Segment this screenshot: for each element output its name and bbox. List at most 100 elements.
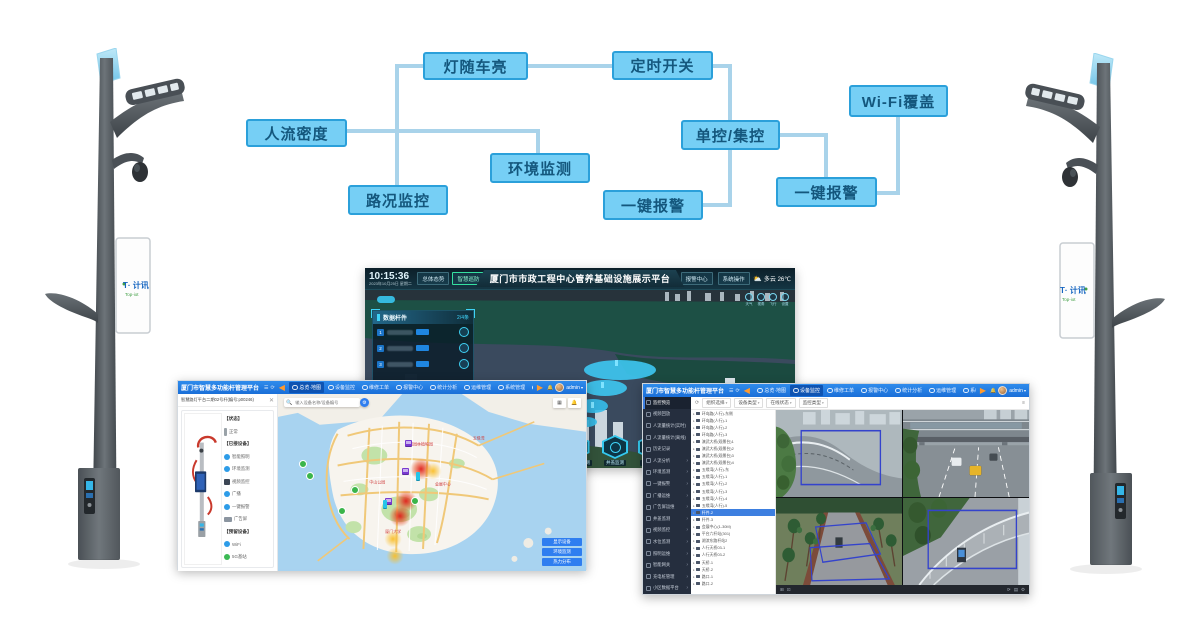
nav-tab[interactable]: 总览·地图 bbox=[754, 385, 789, 396]
sidebar-item[interactable]: 广告屏运维 bbox=[643, 501, 691, 513]
map-marker-person[interactable] bbox=[306, 472, 314, 480]
nav-scroll-left-icon[interactable]: ◀ bbox=[279, 384, 285, 392]
camera-item[interactable]: 天桥-2 bbox=[691, 566, 775, 573]
camera-item[interactable]: 五缘湾(人行)-东 bbox=[691, 467, 775, 474]
refresh-icon[interactable]: ⟳ bbox=[1007, 587, 1011, 593]
locate-icon[interactable] bbox=[459, 359, 469, 369]
refresh-icon[interactable]: ⟳ bbox=[695, 400, 699, 406]
avatar[interactable] bbox=[998, 386, 1007, 395]
sidebar-item[interactable]: 视频回放 bbox=[643, 409, 691, 421]
camera-item[interactable]: 杆件-2 bbox=[691, 509, 775, 516]
locate-icon[interactable] bbox=[459, 343, 469, 353]
sidebar-item[interactable]: 人流量统计(离线) bbox=[643, 432, 691, 444]
search-input[interactable] bbox=[293, 399, 358, 406]
sidebar-item[interactable]: 监控预览 bbox=[643, 397, 691, 409]
filter-dropdown[interactable]: 组织选择 bbox=[702, 398, 731, 408]
map-marker-person[interactable] bbox=[351, 486, 359, 494]
map-marker-person[interactable] bbox=[411, 497, 419, 505]
scene-tool-button[interactable]: 天气 bbox=[745, 293, 753, 307]
video-feed-overpass-road[interactable] bbox=[903, 410, 1029, 497]
camera-item[interactable]: 湖滨东路杆站2 bbox=[691, 538, 775, 545]
camera-item[interactable]: 会展中心(1-30M) bbox=[691, 524, 775, 531]
camera-item[interactable]: 五缘湾(人行)-1 bbox=[691, 474, 775, 481]
user-name[interactable]: admin bbox=[1009, 388, 1026, 394]
filter-dropdown[interactable]: 设备类型 bbox=[734, 398, 763, 408]
camera-item[interactable]: 路口-1 bbox=[691, 573, 775, 580]
refresh-icon[interactable]: ⟳ bbox=[736, 388, 740, 394]
camera-item[interactable]: 平台六杆站(301) bbox=[691, 531, 775, 538]
nav-tab[interactable]: 统计分析 bbox=[427, 382, 460, 393]
city-map[interactable]: 厦门园林植物园会展中心 中山公园厦门大学五缘湾 bbox=[278, 394, 586, 571]
camera-item[interactable]: 环岛路(人行)-1 bbox=[691, 417, 775, 424]
sidebar-item[interactable]: 照明运维 bbox=[643, 548, 691, 560]
layer-grid-button[interactable]: ▦ bbox=[553, 398, 566, 408]
nav-tab[interactable]: 运维管理 bbox=[461, 382, 494, 393]
camera-item[interactable]: 环岛路(人行)-东侧 bbox=[691, 410, 775, 417]
nav-scroll-right-icon[interactable]: ▶ bbox=[980, 387, 986, 395]
sidebar-item[interactable]: 小区数据平台 bbox=[643, 583, 691, 595]
filter-dropdown[interactable]: 在线状态 bbox=[766, 398, 795, 408]
locate-icon[interactable] bbox=[459, 327, 469, 337]
alarm-center-button[interactable]: 报警中心 bbox=[681, 272, 713, 285]
camera-item[interactable]: 演武大桥(观景台)3 bbox=[691, 453, 775, 460]
bell-icon[interactable]: 🔔 bbox=[547, 385, 553, 391]
nav-tab[interactable]: 报警中心 bbox=[858, 385, 891, 396]
camera-item[interactable]: 演武大桥(观景台)2 bbox=[691, 445, 775, 452]
camera-item[interactable]: 五缘湾(人行)-2 bbox=[691, 481, 775, 488]
camera-item[interactable]: 杆件-3 bbox=[691, 516, 775, 523]
bell-icon[interactable]: 🔔 bbox=[990, 388, 996, 394]
layer-toggle-pill[interactable] bbox=[377, 296, 395, 303]
nav-tab[interactable]: 设备监控 bbox=[790, 385, 823, 396]
nav-tab[interactable]: 维修工单 bbox=[359, 382, 392, 393]
sidebar-item[interactable]: 水位监测 bbox=[643, 536, 691, 548]
camera-item[interactable]: 五缘湾(人行)-3 bbox=[691, 488, 775, 495]
camera-item[interactable]: 演武大桥(观景台)1 bbox=[691, 438, 775, 445]
sidebar-item[interactable]: 广播运维 bbox=[643, 490, 691, 502]
sidebar-item[interactable]: 历史记录 bbox=[643, 443, 691, 455]
camera-item[interactable]: 人行天桥03-2 bbox=[691, 552, 775, 559]
panel-row[interactable]: 3 bbox=[373, 356, 473, 372]
map-marker-monitor[interactable] bbox=[405, 440, 412, 446]
alarm-list-button[interactable]: 🔔 bbox=[568, 398, 581, 408]
nav-tab[interactable]: 系统管理 bbox=[495, 382, 528, 393]
scene-tool-button[interactable]: 飞行 bbox=[769, 293, 777, 307]
camera-item[interactable]: 五缘湾(人行)-4 bbox=[691, 495, 775, 502]
camera-item[interactable]: 五缘湾(人行)-5 bbox=[691, 502, 775, 509]
system-ops-button[interactable]: 系统操作 bbox=[718, 272, 750, 285]
nav-scroll-right-icon[interactable]: ▶ bbox=[537, 384, 543, 392]
map-layer-button[interactable]: 环境监测 bbox=[542, 548, 582, 556]
single-layout-icon[interactable]: ⊡ bbox=[787, 587, 791, 593]
close-icon[interactable]: ✕ bbox=[269, 397, 274, 404]
camera-item[interactable]: 天桥-1 bbox=[691, 559, 775, 566]
menu-icon[interactable]: ☰ bbox=[264, 385, 268, 391]
camera-item[interactable]: 人行天桥03-1 bbox=[691, 545, 775, 552]
nav-tab[interactable]: 设备监控 bbox=[325, 382, 358, 393]
sidebar-item[interactable]: 井盖监测 bbox=[643, 513, 691, 525]
dock-button[interactable]: 井盖监测 bbox=[602, 435, 628, 466]
list-icon[interactable]: ▤ bbox=[1014, 587, 1018, 593]
video-feed-elevated-road[interactable] bbox=[776, 410, 902, 497]
map-marker-pole[interactable] bbox=[416, 472, 420, 480]
avatar[interactable] bbox=[555, 383, 564, 392]
sidebar-item[interactable]: 智能网关 bbox=[643, 559, 691, 571]
sidebar-item[interactable]: 视频监控 bbox=[643, 525, 691, 537]
sidebar-item[interactable]: 人流量统计(实时) bbox=[643, 420, 691, 432]
scene-tool-button[interactable]: 视角 bbox=[757, 293, 765, 307]
nav-tab[interactable]: 统计分析 bbox=[892, 385, 925, 396]
overall-situation-button[interactable]: 总体态势 bbox=[417, 272, 449, 285]
map-layer-button[interactable]: 热力分布 bbox=[542, 558, 582, 566]
menu-icon[interactable]: ☰ bbox=[729, 388, 733, 394]
camera-item[interactable]: 环岛路(人行)-3 bbox=[691, 431, 775, 438]
user-name[interactable]: admin bbox=[566, 385, 583, 391]
panel-row[interactable]: 2 bbox=[373, 340, 473, 356]
map-marker-person[interactable] bbox=[338, 507, 346, 515]
sidebar-item[interactable]: 一键报警 bbox=[643, 478, 691, 490]
nav-tab[interactable]: 维修工单 bbox=[824, 385, 857, 396]
sidebar-item[interactable]: 充电桩管理 bbox=[643, 571, 691, 583]
map-marker-person[interactable] bbox=[299, 460, 307, 468]
camera-item[interactable]: 路口-2 bbox=[691, 580, 775, 587]
refresh-icon[interactable]: ⟳ bbox=[271, 385, 275, 391]
video-feed-palm-walkway[interactable] bbox=[776, 498, 902, 585]
grid-layout-icon[interactable]: ⊞ bbox=[780, 587, 784, 593]
map-marker-pole[interactable] bbox=[383, 500, 387, 508]
